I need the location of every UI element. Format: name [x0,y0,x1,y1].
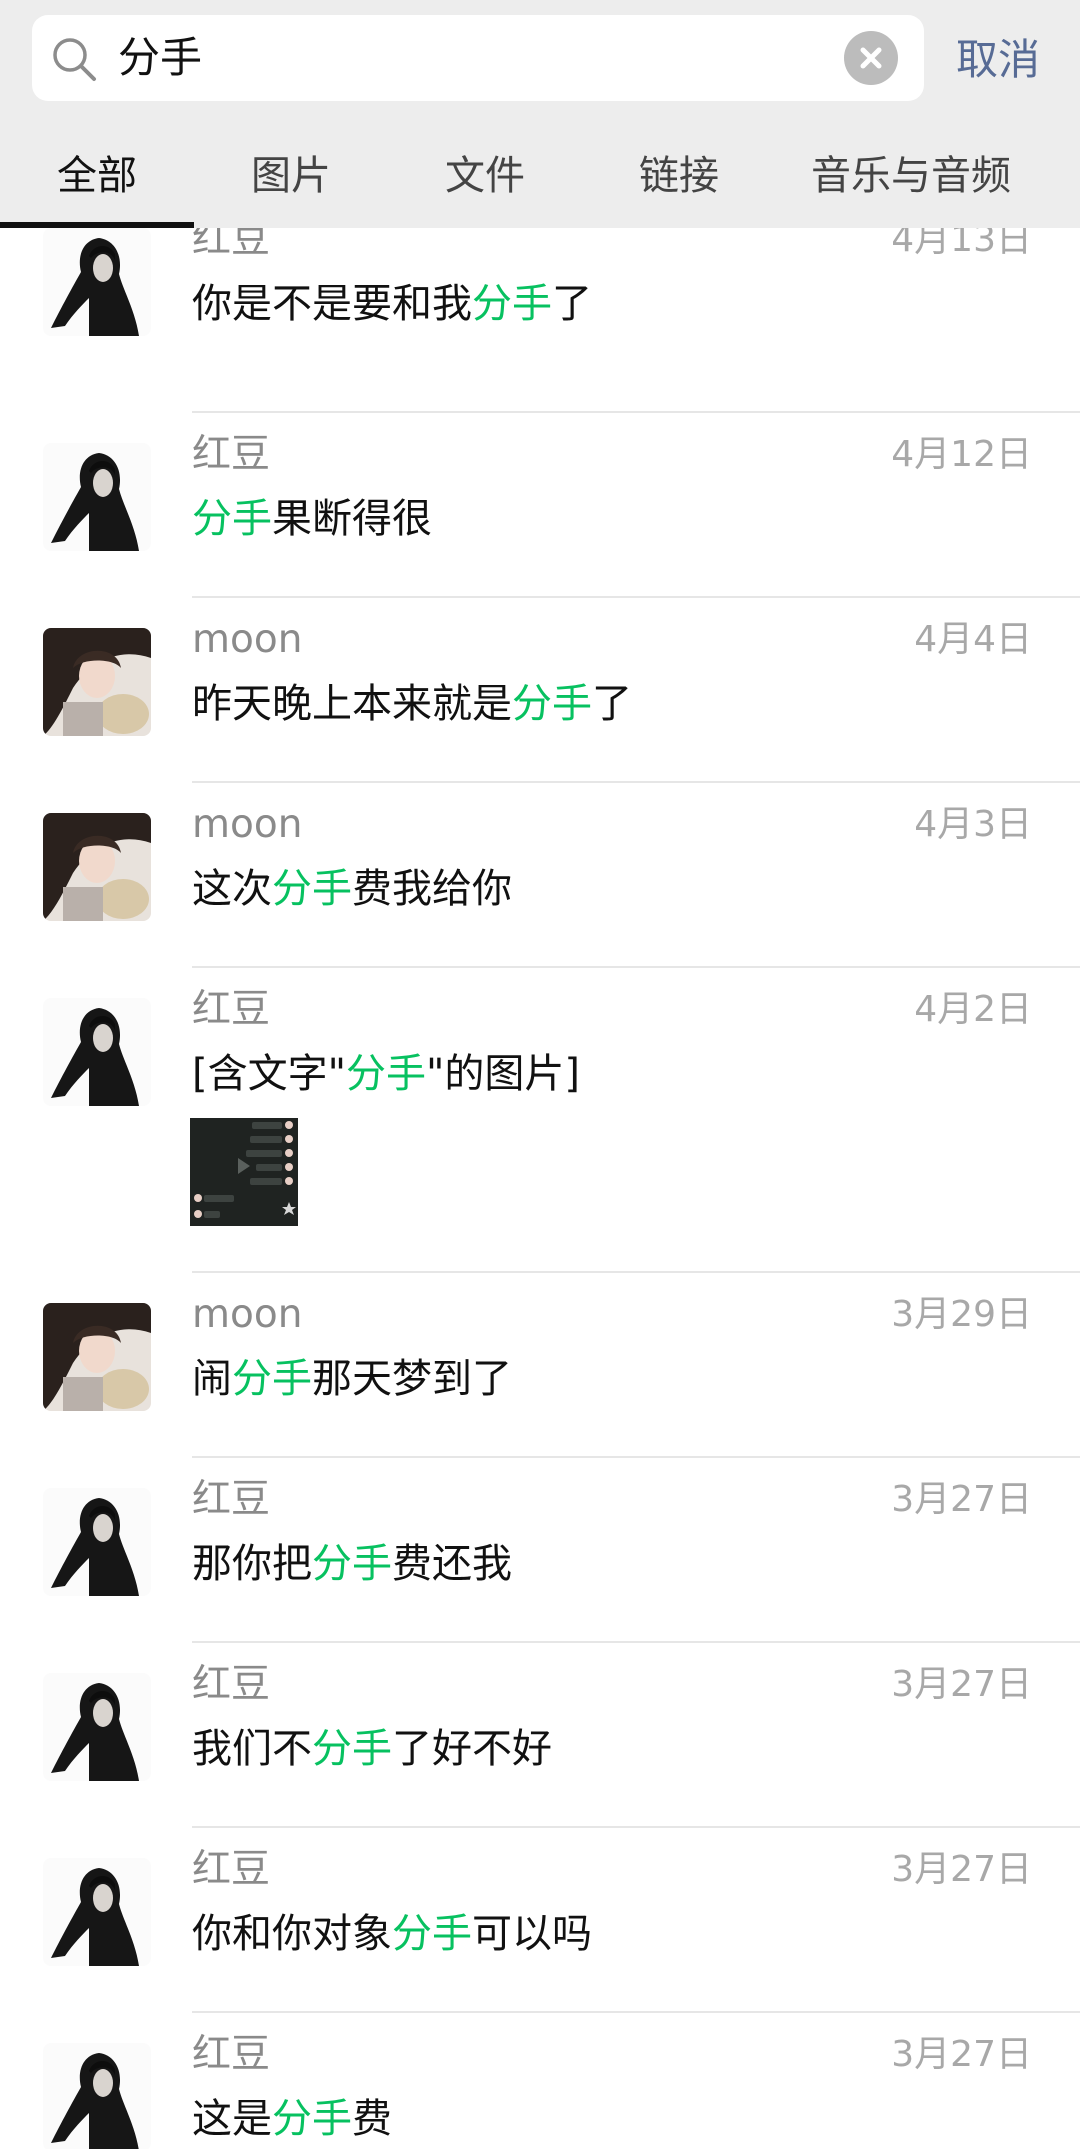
list-item[interactable]: 红豆 4月13日 你是不是要和我分手了 [0,228,1080,413]
keyword-highlight: 分手 [312,1541,392,1587]
sender-name: moon [192,1292,303,1337]
keyword-highlight: 分手 [272,2096,352,2142]
keyword-highlight: 分手 [392,1911,472,1957]
message-snippet: 你和你对象分手可以吗 [192,1911,592,1957]
search-header: 分手 取消 [0,0,1080,124]
avatar-moon[interactable] [43,813,151,921]
cancel-button[interactable]: 取消 [956,24,1040,96]
avatar-hongdou[interactable] [43,998,151,1106]
message-snippet: 那你把分手费还我 [192,1541,512,1587]
list-item[interactable]: moon 4月3日 这次分手费我给你 [0,783,1080,968]
keyword-highlight: 分手 [346,1051,427,1097]
sender-name: moon [192,802,303,847]
avatar-hongdou[interactable] [43,1673,151,1781]
keyword-highlight: 分手 [232,1356,312,1402]
message-date: 3月27日 [891,1849,1032,1890]
tab-links[interactable]: 链接 [582,124,776,228]
sender-name: 红豆 [192,987,271,1032]
sender-name: 红豆 [192,1847,271,1892]
clear-icon[interactable] [844,31,898,85]
message-date: 3月29日 [891,1294,1032,1335]
message-date: 4月13日 [891,228,1032,260]
message-date: 3月27日 [891,1664,1032,1705]
keyword-highlight: 分手 [472,281,552,327]
avatar-hongdou[interactable] [43,1858,151,1966]
message-snippet: 这是分手费 [192,2096,392,2142]
keyword-highlight: 分手 [312,1726,392,1772]
avatar-moon[interactable] [43,1303,151,1411]
message-date: 4月4日 [914,619,1032,660]
tab-all[interactable]: 全部 [0,124,194,228]
list-item[interactable]: 红豆 4月12日 分手果断得很 [0,413,1080,598]
sender-name: 红豆 [192,432,271,477]
avatar-hongdou[interactable] [43,1488,151,1596]
message-date: 4月3日 [914,804,1032,845]
category-tabs: 全部 图片 文件 链接 音乐与音频 [0,124,1080,228]
message-date: 3月27日 [891,1479,1032,1520]
list-item[interactable]: moon 3月29日 闹分手那天梦到了 [0,1273,1080,1458]
tab-images[interactable]: 图片 [194,124,388,228]
search-input[interactable]: 分手 [118,15,202,101]
list-item[interactable]: 红豆 3月27日 你和你对象分手可以吗 [0,1828,1080,2013]
message-snippet: 闹分手那天梦到了 [192,1356,512,1402]
sender-name: 红豆 [192,228,271,262]
sender-name: moon [192,617,303,662]
avatar-hongdou[interactable] [43,228,151,336]
avatar-moon[interactable] [43,628,151,736]
sender-name: 红豆 [192,1662,271,1707]
list-item[interactable]: 红豆 3月27日 我们不分手了好不好 [0,1643,1080,1828]
keyword-highlight: 分手 [512,681,592,727]
list-item[interactable]: 红豆 3月27日 这是分手费 [0,2013,1080,2149]
sender-name: 红豆 [192,2032,271,2077]
search-icon [50,35,98,83]
list-item[interactable]: 红豆 3月27日 那你把分手费还我 [0,1458,1080,1643]
avatar-hongdou[interactable] [43,2043,151,2149]
message-date: 4月2日 [914,989,1032,1030]
search-box[interactable]: 分手 [32,15,924,101]
avatar-hongdou[interactable] [43,443,151,551]
message-snippet: 分手果断得很 [192,496,432,542]
list-item[interactable]: moon 4月4日 昨天晚上本来就是分手了 [0,598,1080,783]
message-snippet: 你是不是要和我分手了 [192,281,592,327]
message-snippet: [含文字"分手"的图片] [192,1051,581,1097]
message-snippet: 这次分手费我给你 [192,866,512,912]
message-snippet: 我们不分手了好不好 [192,1726,552,1772]
tab-files[interactable]: 文件 [388,124,582,228]
tab-music-audio[interactable]: 音乐与音频 [776,124,1046,228]
message-date: 4月12日 [891,434,1032,475]
keyword-highlight: 分手 [272,866,352,912]
message-date: 3月27日 [891,2034,1032,2075]
image-thumbnail[interactable] [190,1118,298,1226]
keyword-highlight: 分手 [192,496,272,542]
sender-name: 红豆 [192,1477,271,1522]
message-snippet: 昨天晚上本来就是分手了 [192,681,632,727]
search-results-list[interactable]: 红豆 4月13日 你是不是要和我分手了 红豆 4月12日 分手果断得很 moon… [0,228,1080,2149]
list-item[interactable]: 红豆 4月2日 [含文字"分手"的图片] [0,968,1080,1273]
